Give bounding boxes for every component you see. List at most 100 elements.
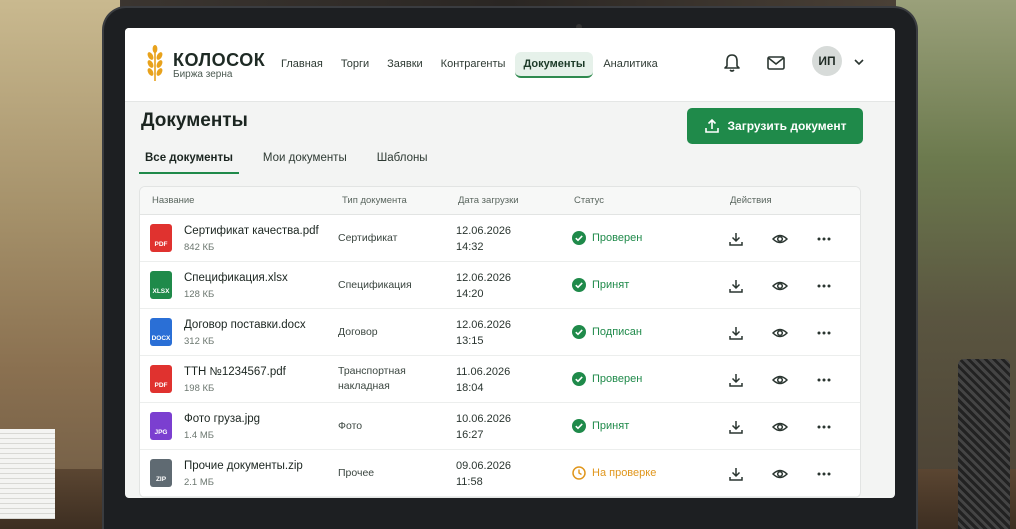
- document-type: Прочее: [338, 467, 375, 479]
- header-name[interactable]: Название: [152, 195, 194, 206]
- nav-home[interactable]: Главная: [273, 52, 331, 78]
- chevron-down-icon[interactable]: [853, 56, 865, 68]
- file-name[interactable]: ТТН №1234567.pdf: [184, 366, 286, 378]
- download-icon[interactable]: [728, 419, 744, 435]
- download-icon[interactable]: [728, 231, 744, 247]
- nav-documents[interactable]: Документы: [515, 52, 594, 78]
- more-options-icon[interactable]: [816, 466, 832, 482]
- status-badge: Проверен: [572, 372, 642, 386]
- header-actions: Действия: [730, 195, 772, 206]
- file-name[interactable]: Прочие документы.zip: [184, 460, 303, 472]
- eye-icon[interactable]: [772, 278, 788, 294]
- file-icon-label: XLSX: [152, 288, 170, 295]
- upload-date-day: 11.06.2026: [456, 366, 511, 378]
- more-options-icon[interactable]: [816, 231, 832, 247]
- status-label: Принят: [592, 420, 630, 432]
- status-badge: Проверен: [572, 231, 642, 245]
- download-icon[interactable]: [728, 325, 744, 341]
- tab-all-documents[interactable]: Все документы: [139, 148, 239, 174]
- clock-icon: [572, 466, 586, 480]
- table-row[interactable]: PDF ТТН №1234567.pdf 198 КБ Транспортная…: [140, 356, 860, 403]
- pdf-file-icon: PDF: [150, 224, 172, 252]
- download-icon[interactable]: [728, 372, 744, 388]
- header-status[interactable]: Статус: [574, 195, 604, 206]
- upload-date: 09.06.2026 11:58: [456, 458, 511, 490]
- header-date[interactable]: Дата загрузки: [458, 195, 519, 206]
- table-row[interactable]: DOCX Договор поставки.docx 312 КБ Догово…: [140, 309, 860, 356]
- check-circle-icon: [572, 372, 586, 386]
- bell-icon[interactable]: [721, 52, 743, 74]
- file-size: 128 КБ: [184, 289, 215, 300]
- tab-my-documents[interactable]: Мои документы: [257, 148, 353, 174]
- upload-date: 11.06.2026 18:04: [456, 364, 510, 396]
- download-icon[interactable]: [728, 278, 744, 294]
- upload-date-day: 10.06.2026: [456, 413, 512, 425]
- header-type[interactable]: Тип документа: [342, 195, 407, 206]
- upload-button-label: Загрузить документ: [727, 119, 847, 133]
- document-type: Транспортная накладная: [338, 364, 406, 394]
- docx-file-icon: DOCX: [150, 318, 172, 346]
- file-name[interactable]: Фото груза.jpg: [184, 413, 260, 425]
- file-size: 312 КБ: [184, 336, 215, 347]
- app-screen: КОЛОСОК Биржа зерна Главная Торги Заявки…: [125, 28, 895, 498]
- table-row[interactable]: PDF Сертификат качества.pdf 842 КБ Серти…: [140, 215, 860, 262]
- mail-icon[interactable]: [765, 52, 787, 74]
- eye-icon[interactable]: [772, 231, 788, 247]
- eye-icon[interactable]: [772, 325, 788, 341]
- file-name[interactable]: Сертификат качества.pdf: [184, 225, 319, 237]
- file-name[interactable]: Спецификация.xlsx: [184, 272, 288, 284]
- more-options-icon[interactable]: [816, 278, 832, 294]
- brand-name[interactable]: КОЛОСОК: [173, 50, 265, 71]
- wheat-logo-icon: [147, 45, 163, 81]
- upload-date: 12.06.2026 14:20: [456, 270, 511, 302]
- file-name[interactable]: Договор поставки.docx: [184, 319, 306, 331]
- nav-requests[interactable]: Заявки: [379, 52, 431, 78]
- zip-file-icon: ZIP: [150, 459, 172, 487]
- file-icon-label: PDF: [154, 382, 168, 389]
- upload-date: 10.06.2026 16:27: [456, 411, 511, 443]
- more-options-icon[interactable]: [816, 325, 832, 341]
- upload-date-time: 16:27: [456, 429, 484, 441]
- upload-date-day: 09.06.2026: [456, 460, 512, 472]
- tab-templates[interactable]: Шаблоны: [371, 148, 434, 174]
- page-title: Документы: [141, 110, 248, 131]
- check-circle-icon: [572, 231, 586, 245]
- eye-icon[interactable]: [772, 372, 788, 388]
- more-options-icon[interactable]: [816, 419, 832, 435]
- jpg-file-icon: JPG: [150, 412, 172, 440]
- table-header: Название Тип документа Дата загрузки Ста…: [140, 187, 860, 215]
- pen-cup: [958, 359, 1010, 529]
- upload-date-time: 18:04: [456, 382, 484, 394]
- status-badge: Принят: [572, 278, 629, 292]
- more-options-icon[interactable]: [816, 372, 832, 388]
- upload-document-button[interactable]: Загрузить документ: [687, 108, 863, 144]
- nav-analytics[interactable]: Аналитика: [595, 52, 665, 78]
- status-label: Проверен: [592, 373, 643, 385]
- nav-counterparties[interactable]: Контрагенты: [433, 52, 514, 78]
- documents-table: Название Тип документа Дата загрузки Ста…: [139, 186, 861, 498]
- status-badge: Принят: [572, 419, 629, 433]
- status-label: Подписан: [592, 326, 642, 338]
- table-row[interactable]: ZIP Прочие документы.zip 2.1 МБ Прочее 0…: [140, 450, 860, 497]
- document-type: Сертификат: [338, 232, 398, 244]
- upload-date-day: 12.06.2026: [456, 319, 512, 331]
- pdf-file-icon: PDF: [150, 365, 172, 393]
- nav-trades[interactable]: Торги: [333, 52, 377, 78]
- file-size: 1.4 МБ: [184, 430, 214, 441]
- xlsx-file-icon: XLSX: [150, 271, 172, 299]
- user-avatar[interactable]: ИП: [812, 46, 842, 76]
- status-label: Принят: [592, 279, 630, 291]
- file-icon-label: DOCX: [151, 335, 171, 342]
- main-nav: Главная Торги Заявки Контрагенты Докумен…: [273, 52, 668, 78]
- eye-icon[interactable]: [772, 466, 788, 482]
- download-icon[interactable]: [728, 466, 744, 482]
- top-bar: КОЛОСОК Биржа зерна Главная Торги Заявки…: [125, 28, 895, 102]
- table-row[interactable]: JPG Фото груза.jpg 1.4 МБ Фото 10.06.202…: [140, 403, 860, 450]
- eye-icon[interactable]: [772, 419, 788, 435]
- status-badge: Подписан: [572, 325, 642, 339]
- upload-date-time: 14:20: [456, 288, 484, 300]
- document-type: Фото: [338, 420, 363, 432]
- document-type: Спецификация: [338, 279, 412, 291]
- check-circle-icon: [572, 419, 586, 433]
- table-row[interactable]: XLSX Спецификация.xlsx 128 КБ Спецификац…: [140, 262, 860, 309]
